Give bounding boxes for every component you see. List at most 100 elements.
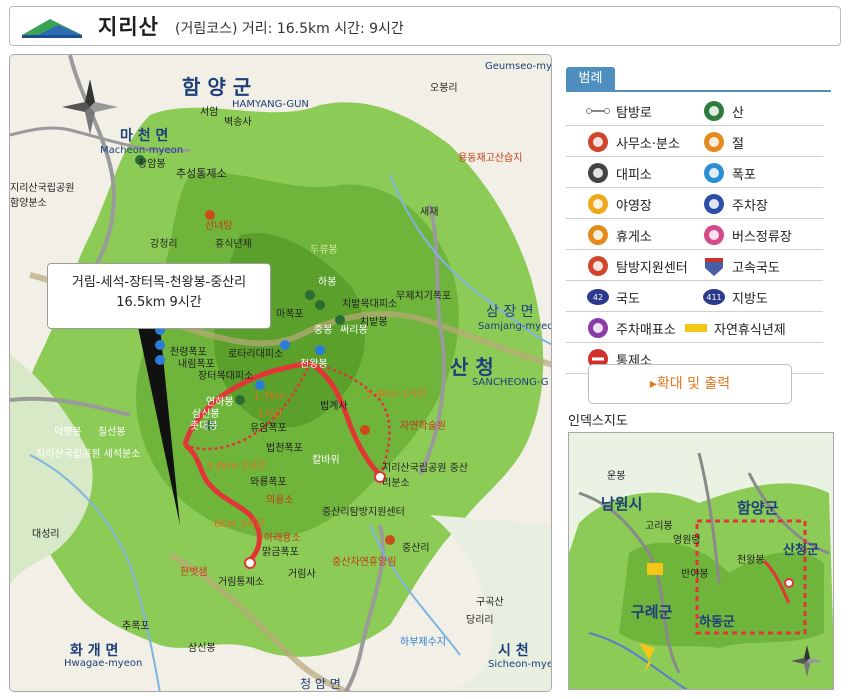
place-label: 와룡폭포 (250, 477, 287, 488)
enlarge-print-button[interactable]: ▸확대 및 출력 (588, 364, 792, 404)
place-label: 지리산국립공원 세석분소 (36, 449, 141, 460)
national-road-icon: 42 (587, 289, 609, 305)
place-label: 칠선봉 (98, 427, 126, 438)
inset-label: 반야봉 (681, 569, 709, 580)
place-label: 천령폭포 (170, 347, 207, 358)
distance-label: 6Km 3시간 (214, 519, 265, 530)
temple-icon (704, 132, 724, 152)
expressway-icon (705, 258, 723, 276)
legend-item: 산 (702, 96, 744, 126)
legend-item: 버스정류장 (702, 220, 792, 250)
legend-item: 사무소·분소 (586, 127, 680, 157)
inset-label: 천왕봉 (737, 555, 765, 566)
distance-label: 1시간 (258, 409, 283, 420)
place-label: 중산자연휴양림 (332, 557, 397, 568)
inset-label: 영원령 (673, 535, 701, 546)
place-label: 마폭포 (276, 309, 304, 320)
trail-map[interactable]: 함 양 군 HAMYANG-GUN 마 천 면 Macheon-myeon Ge… (9, 54, 552, 692)
region-label: 청 암 면 (300, 677, 341, 691)
place-label: 천왕봉 (300, 359, 328, 370)
legend-label: 주차매표소 (616, 322, 676, 338)
legend-label: 고속국도 (732, 260, 780, 276)
legend-item: 탐방로 (586, 96, 652, 126)
legend-row: 탐방지원센터 고속국도 (566, 251, 823, 281)
rest-area-icon (588, 225, 608, 245)
index-map[interactable]: 운봉 남원시 함양군 고리봉 영원령 구례군 반야봉 천왕봉 산청군 하동군 (568, 432, 834, 690)
region-label: 삼 장 면 (486, 304, 534, 320)
campsite-icon (588, 194, 608, 214)
place-label: 법계사 (320, 401, 348, 412)
place-label: 두류봉 (310, 245, 338, 256)
page-title: 지리산 (98, 15, 159, 39)
place-label: 추폭포 (122, 621, 150, 632)
legend-row: 휴게소 버스정류장 (566, 220, 823, 250)
place-label: 거림통제소 (218, 577, 264, 588)
region-label: Geumseo-myeon (485, 61, 552, 72)
legend-tab[interactable]: 범례 (566, 67, 615, 90)
mountain-icon (704, 101, 724, 121)
mountain-logo-icon (22, 19, 82, 38)
legend-item: 탐방지원센터 (586, 251, 688, 281)
place-label: 맑금폭포 (262, 547, 299, 558)
place-label: 하부제수지 (400, 637, 446, 648)
place-label: 한벗샘 (180, 567, 208, 578)
legend-item: 야영장 (586, 189, 652, 219)
legend-item: 대피소 (586, 158, 652, 188)
place-label: 중산리탐방지원센터 (322, 507, 405, 518)
region-label: 산 청 (450, 355, 494, 379)
place-label: 치밭목대피소 (342, 299, 398, 310)
distance-label: 5.4Km 3시간 (366, 389, 427, 400)
place-label: 치밭봉 (360, 317, 388, 328)
shelter-icon (588, 163, 608, 183)
legend-item: 자연휴식년제 (684, 313, 786, 343)
road-number: 42 (593, 293, 603, 302)
waterfall-icon (704, 163, 724, 183)
place-label: 지리산국립공원 중산리분소 (382, 463, 468, 489)
region-label: HAMYANG-GUN (232, 99, 309, 110)
legend-row: 사무소·분소 절 (566, 127, 823, 157)
distance-label: 1.7km (254, 391, 286, 402)
place-label: 창암봉 (138, 159, 166, 170)
legend-label: 탐방로 (616, 105, 652, 121)
inset-label: 남원시 (601, 495, 643, 513)
legend-label: 자연휴식년제 (714, 322, 786, 338)
place-label: 대성리 (32, 529, 60, 540)
rest-forest-icon (685, 324, 707, 332)
inset-label: 구례군 (631, 603, 673, 621)
place-label: 거림사 (288, 569, 316, 580)
legend-row: 대피소 폭포 (566, 158, 823, 188)
inset-label: 하동군 (699, 615, 735, 630)
region-label: Hwagae-myeon (64, 658, 143, 669)
ticket-office-icon (588, 318, 608, 338)
legend-label: 주차장 (732, 198, 768, 214)
place-label: 새재 (420, 207, 439, 218)
inset-label: 함양군 (737, 499, 779, 517)
place-label: 휴식년제 (215, 239, 252, 250)
trail-icon (586, 108, 610, 114)
place-label: 법천폭포 (266, 443, 303, 454)
region-label: 시 천 (498, 643, 529, 659)
place-label: 의용소 (266, 495, 294, 506)
legend-label: 대피소 (616, 167, 652, 183)
course-summary: (거림코스) 거리: 16.5km 시간: 9시간 (175, 21, 404, 37)
place-label: 선녀탕 (205, 221, 233, 232)
route-callout-line: 16.5km 9시간 (116, 295, 202, 310)
route-callout-line: 거림-세석-장터목-천왕봉-중산리 (71, 275, 247, 290)
legend-item: 고속국도 (702, 251, 780, 281)
legend-row: 탐방로 산 (566, 96, 823, 126)
region-label: 화 개 면 (70, 643, 119, 659)
place-label: 중봉 (314, 325, 333, 336)
place-label: 하봉 (318, 277, 337, 288)
legend-item: 42 국도 (586, 282, 640, 312)
place-label: 지리산국립공원 함양분소 (10, 183, 75, 209)
legend-panel: 탐방로 산 사무소·분소 절 대피소 폭포 야영장 주차장휴게소 버스정류장 탐방지원센터 고속국도… (566, 90, 831, 374)
place-label: 무제치기폭포 (396, 291, 452, 302)
region-label: Sicheon-myeo (488, 659, 552, 670)
index-map-heading: 인덱스지도 (568, 414, 628, 429)
legend-label: 지방도 (732, 291, 768, 307)
region-label: 마 천 면 (120, 128, 169, 144)
header-bar: 지리산 (거림코스) 거리: 16.5km 시간: 9시간 (9, 6, 841, 46)
bus-stop-icon (704, 225, 724, 245)
place-label: 벽송사 (224, 117, 252, 128)
region-label: 함 양 군 (182, 75, 252, 99)
